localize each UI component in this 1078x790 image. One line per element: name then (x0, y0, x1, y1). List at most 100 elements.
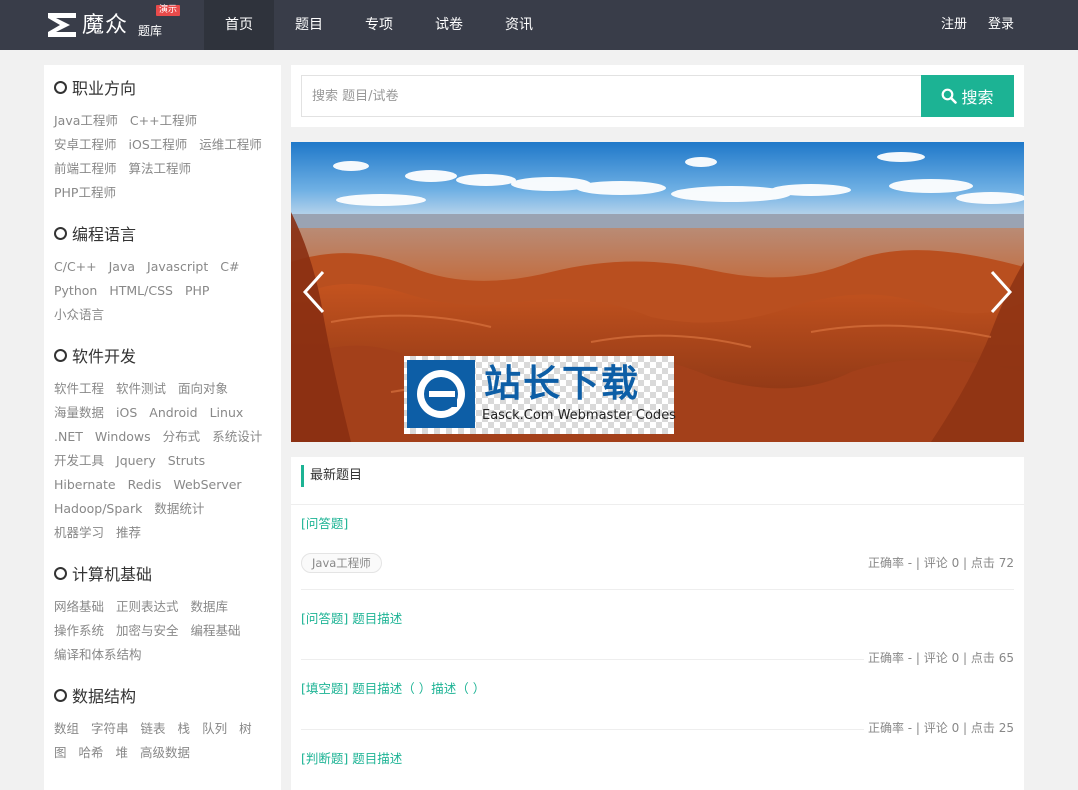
site-logo[interactable]: 魔众 题库 演示 (46, 5, 196, 43)
tag-link[interactable]: 编程基础 (191, 619, 241, 643)
tag-link[interactable]: 面向对象 (178, 377, 228, 401)
tag-link[interactable]: iOS (116, 401, 137, 425)
tag-link[interactable]: 安卓工程师 (54, 133, 117, 157)
watermark-logo (407, 360, 475, 428)
tag-link[interactable]: 软件工程 (54, 377, 104, 401)
banner-carousel[interactable]: 站长下载 Easck.Com Webmaster Codes (291, 142, 1024, 442)
top-navbar: 魔众 题库 演示 首页 题目 专项 试卷 资讯 注册 登录 (0, 0, 1078, 50)
question-type: [问答题] (301, 611, 349, 626)
tag-link[interactable]: 推荐 (116, 521, 141, 545)
register-link[interactable]: 注册 (941, 0, 967, 50)
tag-link[interactable]: WebServer (173, 473, 241, 497)
tag-link[interactable]: Jquery (116, 449, 156, 473)
tag-link[interactable]: 队列 (202, 717, 227, 741)
question-title[interactable]: [填空题] 题目描述（ ）描述（ ） (301, 680, 1014, 698)
question-item[interactable]: [判断题] 题目描述 (301, 750, 1014, 768)
question-type: [问答题] (301, 516, 349, 531)
nav-papers[interactable]: 试卷 (414, 0, 484, 50)
nav-topics[interactable]: 专项 (344, 0, 414, 50)
search-button[interactable]: 搜索 (921, 75, 1014, 117)
question-title[interactable]: [问答题] 题目描述 (301, 610, 1014, 628)
panel-title: 最新题目 (310, 468, 363, 483)
login-link[interactable]: 登录 (988, 0, 1014, 50)
tag-link[interactable]: 树 (239, 717, 252, 741)
tag-link[interactable]: .NET (54, 425, 83, 449)
tag-link[interactable]: HTML/CSS (109, 279, 173, 303)
tag-link[interactable]: Java工程师 (54, 109, 118, 133)
watermark-text-en: Easck.Com Webmaster Codes (482, 408, 676, 423)
question-item[interactable]: [填空题] 题目描述（ ）描述（ ） 正确率 - | 评论 0 | 点击 25 (301, 680, 1014, 737)
search-input[interactable] (301, 75, 921, 117)
nav-home[interactable]: 首页 (204, 0, 274, 50)
tag-link[interactable]: iOS工程师 (129, 133, 188, 157)
tag-link[interactable]: C++工程师 (130, 109, 197, 133)
question-title[interactable]: [判断题] 题目描述 (301, 750, 1014, 768)
tag-link[interactable]: C# (220, 255, 239, 279)
tag-link[interactable]: 网络基础 (54, 595, 104, 619)
tag-link[interactable]: 数据库 (191, 595, 229, 619)
tag-link[interactable]: Python (54, 279, 97, 303)
logo-icon (48, 13, 76, 37)
tag-link[interactable]: 算法工程师 (129, 157, 192, 181)
category-title: 编程语言 (54, 223, 281, 244)
tag-link[interactable]: 海量数据 (54, 401, 104, 425)
search-button-label: 搜索 (961, 88, 994, 107)
tag-link[interactable]: Javascript (147, 255, 208, 279)
tag-link[interactable]: 堆 (116, 741, 129, 765)
category-title: 计算机基础 (54, 563, 281, 584)
tag-link[interactable]: 栈 (178, 717, 191, 741)
tag-link[interactable]: 编译和体系结构 (54, 643, 142, 667)
next-slide-arrow-icon[interactable] (986, 270, 1014, 314)
tag-list: 网络基础 正则表达式 数据库 操作系统 加密与安全 编程基础 编译和体系结构 (54, 595, 276, 667)
tag-link[interactable]: 字符串 (91, 717, 129, 741)
tag-link[interactable]: 数据统计 (154, 497, 204, 521)
tag-link[interactable]: 正则表达式 (116, 595, 179, 619)
accent-bar (301, 465, 304, 487)
question-title[interactable]: [问答题] (301, 515, 1014, 533)
tag-link[interactable]: 操作系统 (54, 619, 104, 643)
category-cs-basics: 计算机基础 网络基础 正则表达式 数据库 操作系统 加密与安全 编程基础 编译和… (54, 563, 281, 667)
panel-header: 最新题目 (291, 457, 1024, 505)
category-data-structures: 数据结构 数组 字符串 链表 栈 队列 树 图 哈希 堆 高级数据 (54, 685, 281, 765)
tag-link[interactable]: Android (149, 401, 197, 425)
question-stats: 正确率 - | 评论 0 | 点击 25 (863, 719, 1014, 737)
tag-link[interactable]: Windows (95, 425, 151, 449)
tag-link[interactable]: Java (109, 255, 135, 279)
tag-link[interactable]: PHP (185, 279, 209, 303)
tag-link[interactable]: 分布式 (163, 425, 201, 449)
watermark-text-cn: 站长下载 (484, 362, 640, 405)
tag-link[interactable]: PHP工程师 (54, 181, 116, 205)
tag-link[interactable]: 前端工程师 (54, 157, 117, 181)
tag-link[interactable]: 软件测试 (116, 377, 166, 401)
tag-link[interactable]: 数组 (54, 717, 79, 741)
nav-questions[interactable]: 题目 (274, 0, 344, 50)
category-sidebar: 职业方向 Java工程师 C++工程师 安卓工程师 iOS工程师 运维工程师 前… (44, 65, 281, 790)
tag-link[interactable]: 加密与安全 (116, 619, 179, 643)
tag-link[interactable]: C/C++ (54, 255, 97, 279)
tag-link[interactable]: Linux (210, 401, 244, 425)
tag-link[interactable]: 哈希 (79, 741, 104, 765)
tag-link[interactable]: Hadoop/Spark (54, 497, 142, 521)
main-nav: 首页 题目 专项 试卷 资讯 (204, 0, 554, 50)
tag-link[interactable]: 系统设计 (212, 425, 262, 449)
tag-link[interactable]: 链表 (141, 717, 166, 741)
tag-link[interactable]: 开发工具 (54, 449, 104, 473)
tag-list: 软件工程 软件测试 面向对象 海量数据 iOS Android Linux .N… (54, 377, 276, 545)
tag-link[interactable]: 小众语言 (54, 303, 104, 327)
category-career: 职业方向 Java工程师 C++工程师 安卓工程师 iOS工程师 运维工程师 前… (54, 77, 281, 205)
tag-link[interactable]: 高级数据 (140, 741, 190, 765)
tag-link[interactable]: Struts (168, 449, 205, 473)
tag-link[interactable]: 运维工程师 (199, 133, 262, 157)
tag-link[interactable]: Hibernate (54, 473, 116, 497)
tag-link[interactable]: 图 (54, 741, 67, 765)
tag-list: Java工程师 C++工程师 安卓工程师 iOS工程师 运维工程师 前端工程师 … (54, 109, 276, 205)
brand-sub: 题库 (138, 24, 163, 38)
question-tag[interactable]: Java工程师 (301, 553, 382, 573)
question-item[interactable]: [问答题] Java工程师 正确率 - | 评论 0 | 点击 72 (301, 515, 1014, 590)
nav-news[interactable]: 资讯 (484, 0, 554, 50)
prev-slide-arrow-icon[interactable] (301, 270, 329, 314)
tag-link[interactable]: Redis (128, 473, 162, 497)
circle-icon (54, 348, 67, 362)
tag-link[interactable]: 机器学习 (54, 521, 104, 545)
question-item[interactable]: [问答题] 题目描述 正确率 - | 评论 0 | 点击 65 (301, 610, 1014, 667)
